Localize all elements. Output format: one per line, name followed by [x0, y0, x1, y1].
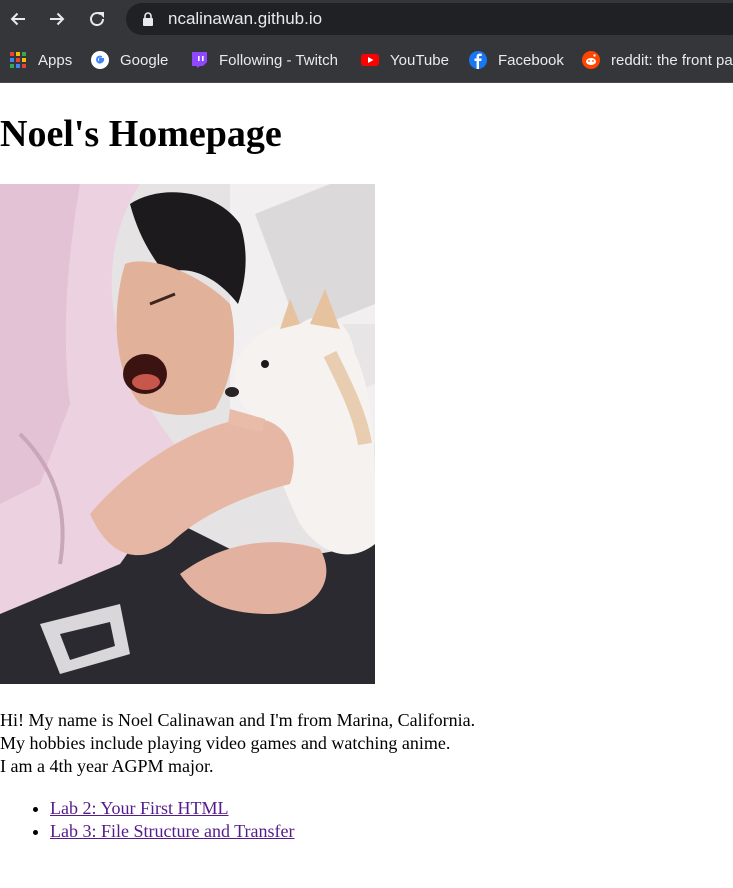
google-icon: [91, 51, 109, 69]
bookmark-label: Google: [120, 51, 169, 69]
lab3-link[interactable]: Lab 3: File Structure and Transfer: [50, 821, 294, 841]
url-text: ncalinawan.github.io: [168, 9, 323, 28]
reload-icon: [90, 12, 105, 27]
page-content: Noel's Homepage Hi! My name is Noel Cali…: [0, 83, 733, 888]
photo-of-man-with-dog: [0, 184, 375, 684]
back-button[interactable]: [4, 5, 32, 33]
bookmark-label: YouTube: [390, 51, 449, 69]
bookmark-twitch[interactable]: Following - Twitch: [190, 38, 338, 82]
youtube-icon: [361, 54, 379, 66]
address-bar[interactable]: ncalinawan.github.io: [126, 3, 733, 35]
intro-line: I am a 4th year AGPM major.: [0, 756, 214, 776]
lab-links-list: Lab 2: Your First HTML Lab 3: File Struc…: [0, 797, 294, 843]
browser-toolbar: ncalinawan.github.io: [0, 0, 733, 38]
bookmarks-bar: Apps Google Following - Twitch YouTube F…: [0, 38, 733, 83]
bookmark-label: Facebook: [498, 51, 564, 69]
facebook-icon: [469, 51, 487, 69]
list-item: Lab 2: Your First HTML: [50, 797, 294, 820]
back-arrow-icon: [10, 12, 25, 26]
bookmark-label: Following - Twitch: [219, 51, 338, 69]
lock-icon: [143, 12, 153, 26]
apps-grid-icon: [10, 52, 26, 68]
reddit-icon: [582, 51, 600, 69]
list-item: Lab 3: File Structure and Transfer: [50, 820, 294, 843]
forward-arrow-icon: [50, 12, 65, 26]
bookmark-reddit[interactable]: reddit: the front pa: [582, 38, 733, 82]
bookmark-youtube[interactable]: YouTube: [361, 38, 449, 82]
intro-line: My hobbies include playing video games a…: [0, 733, 451, 753]
intro-line: Hi! My name is Noel Calinawan and I'm fr…: [0, 710, 476, 730]
intro-text: Hi! My name is Noel Calinawan and I'm fr…: [0, 709, 475, 778]
lab2-link[interactable]: Lab 2: Your First HTML: [50, 798, 229, 818]
bookmark-apps[interactable]: Apps: [9, 38, 72, 82]
reload-button[interactable]: [83, 5, 111, 33]
forward-button[interactable]: [43, 5, 71, 33]
bookmark-label: reddit: the front pa: [611, 51, 733, 69]
profile-photo: [0, 184, 375, 684]
twitch-icon: [192, 52, 207, 68]
bookmark-google[interactable]: Google: [91, 38, 168, 82]
bookmark-facebook[interactable]: Facebook: [469, 38, 564, 82]
page-title: Noel's Homepage: [0, 113, 282, 155]
bookmark-label: Apps: [38, 51, 73, 69]
